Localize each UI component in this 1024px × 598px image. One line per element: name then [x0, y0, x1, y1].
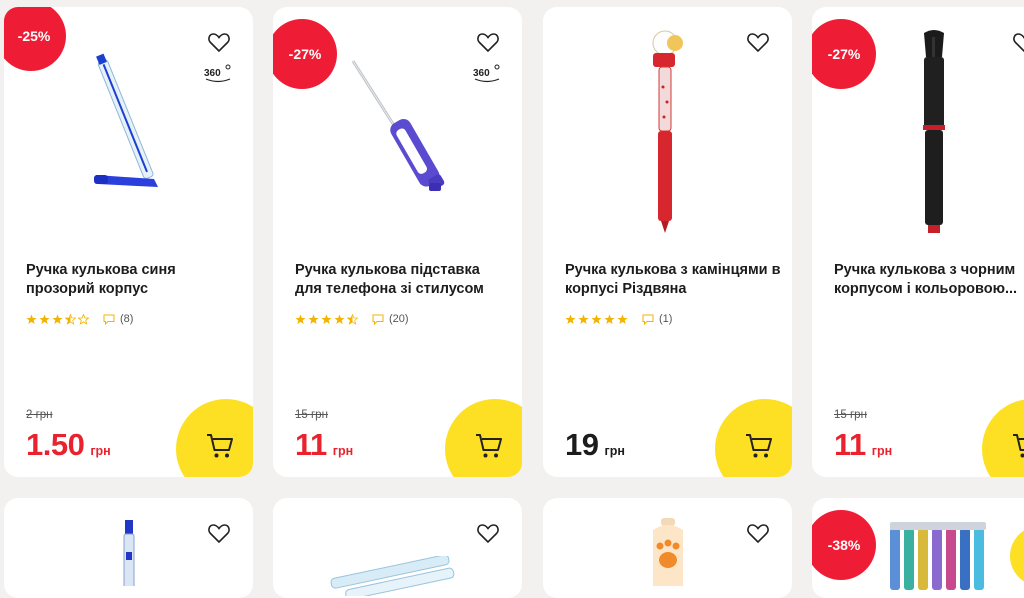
360-view-icon[interactable]: 360: [203, 61, 233, 85]
star-half-icon: [65, 314, 76, 325]
add-to-cart-button[interactable]: [715, 399, 792, 477]
rating: (8): [26, 311, 133, 327]
heart-icon[interactable]: [207, 522, 231, 544]
add-to-cart-button[interactable]: [982, 399, 1024, 477]
product-card[interactable]: -38%: [812, 498, 1024, 598]
star-icon: [604, 314, 615, 325]
star-icon: [565, 314, 576, 325]
rating-stars: [295, 314, 358, 325]
star-icon: [321, 314, 332, 325]
product-grid: -25% 360 Ручка кулькова синя прозорий ко…: [0, 0, 1024, 583]
product-card[interactable]: [273, 498, 522, 598]
star-icon: [295, 314, 306, 325]
star-icon: [308, 314, 319, 325]
product-card[interactable]: [543, 498, 792, 598]
heart-icon[interactable]: [746, 522, 770, 544]
discount-badge: -27%: [273, 19, 337, 89]
cart-icon: [1012, 432, 1024, 460]
product-image[interactable]: [643, 516, 693, 586]
360-view-icon[interactable]: 360: [472, 61, 502, 85]
product-image[interactable]: [912, 27, 962, 237]
reviews-count[interactable]: (1): [642, 313, 672, 325]
star-icon: [26, 314, 37, 325]
star-icon: [39, 314, 50, 325]
comment-icon: [642, 314, 654, 325]
price: 19грн: [565, 427, 625, 463]
discount-badge: -38%: [812, 510, 876, 580]
product-image[interactable]: [114, 516, 144, 586]
old-price: 15 грн: [834, 409, 867, 421]
comment-icon: [372, 314, 384, 325]
old-price: 2 грн: [26, 409, 53, 421]
product-image[interactable]: [323, 556, 463, 596]
rating-stars: [565, 314, 628, 325]
star-icon: [591, 314, 602, 325]
cart-icon: [745, 432, 773, 460]
reviews-count[interactable]: (8): [103, 313, 133, 325]
product-card[interactable]: -25% 360 Ручка кулькова синя прозорий ко…: [4, 7, 253, 477]
product-title[interactable]: Ручка кулькова з камінцями в корпусі Різ…: [565, 261, 785, 299]
comment-icon: [103, 314, 115, 325]
star-icon: [52, 314, 63, 325]
star-icon: [617, 314, 628, 325]
product-title[interactable]: Ручка кулькова підставка для телефона зі…: [295, 261, 515, 299]
discount-badge: -27%: [812, 19, 876, 89]
product-title[interactable]: Ручка кулькова синя прозорий корпус: [26, 261, 246, 299]
add-to-cart-button[interactable]: [445, 399, 522, 477]
star-half-icon: [347, 314, 358, 325]
product-image[interactable]: [345, 55, 455, 205]
star-icon: [578, 314, 589, 325]
add-to-cart-button[interactable]: [176, 399, 253, 477]
price: 1.50грн: [26, 427, 111, 463]
add-to-cart-button[interactable]: [1010, 526, 1024, 586]
product-image[interactable]: [74, 47, 184, 197]
price: 11грн: [295, 427, 353, 463]
product-title[interactable]: Ручка кулькова з чорним корпусом і кольо…: [834, 261, 1024, 299]
reviews-count[interactable]: (20): [372, 313, 409, 325]
heart-icon[interactable]: [476, 522, 500, 544]
cart-icon: [475, 432, 503, 460]
rating-stars: [26, 314, 89, 325]
rating: (1): [565, 311, 672, 327]
product-card[interactable]: [4, 498, 253, 598]
svg-text:360: 360: [204, 68, 221, 79]
heart-icon[interactable]: [207, 31, 231, 53]
price: 11грн: [834, 427, 892, 463]
heart-icon[interactable]: [746, 31, 770, 53]
product-image[interactable]: [635, 27, 695, 237]
old-price: 15 грн: [295, 409, 328, 421]
rating: (20): [295, 311, 409, 327]
heart-icon[interactable]: [476, 31, 500, 53]
product-card[interactable]: -27% Ручка кулькова з чорним корпусом і …: [812, 7, 1024, 477]
product-card[interactable]: -27% 360 Ручка кулькова підставка для те…: [273, 7, 522, 477]
cart-icon: [206, 432, 234, 460]
product-image[interactable]: [890, 520, 1000, 590]
heart-icon[interactable]: [1012, 31, 1024, 53]
svg-text:360: 360: [473, 68, 490, 79]
star-empty-icon: [78, 314, 89, 325]
product-card[interactable]: Ручка кулькова з камінцями в корпусі Різ…: [543, 7, 792, 477]
discount-badge: -25%: [4, 7, 66, 71]
star-icon: [334, 314, 345, 325]
